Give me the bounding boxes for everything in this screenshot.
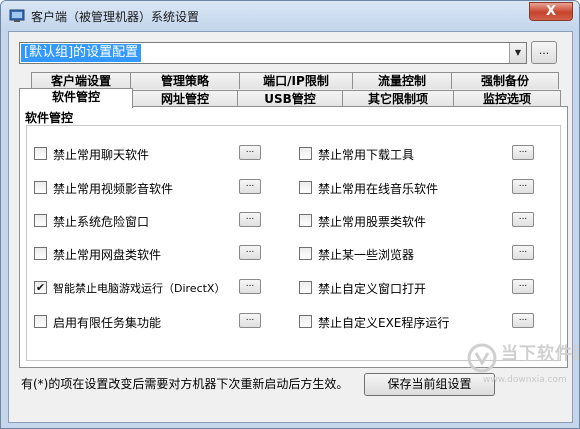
tab-forced-backup[interactable]: 强制备份 bbox=[451, 72, 559, 89]
option-settings-button[interactable]: ... bbox=[512, 245, 534, 260]
checkbox[interactable]: ✔ bbox=[34, 281, 47, 294]
watermark-logo-icon bbox=[467, 343, 497, 373]
option-settings-button[interactable]: ... bbox=[512, 145, 534, 160]
tab-software-control[interactable]: 软件管控 bbox=[19, 88, 133, 108]
option-settings-button[interactable]: ... bbox=[239, 313, 261, 328]
checkbox[interactable] bbox=[299, 315, 312, 328]
window-title: 客户端（被管理机器）系统设置 bbox=[31, 10, 200, 24]
option-label: 启用有限任务集功能 bbox=[53, 316, 162, 330]
option-block-music[interactable]: 禁止常用在线音乐软件 bbox=[299, 180, 499, 196]
option-settings-button[interactable]: ... bbox=[512, 212, 534, 227]
option-block-browsers[interactable]: 禁止某一些浏览器 bbox=[299, 246, 499, 262]
checkbox[interactable] bbox=[34, 147, 47, 160]
option-label: 禁止常用下载工具 bbox=[318, 148, 415, 162]
option-settings-button[interactable]: ... bbox=[239, 179, 261, 194]
checkbox[interactable] bbox=[299, 181, 312, 194]
restart-hint: 有(*)的项在设置改变后需要对方机器下次重新启动后方生效。 bbox=[21, 377, 349, 391]
option-block-stock[interactable]: 禁止常用股票类软件 bbox=[299, 213, 499, 229]
option-block-custom-exe[interactable]: 禁止自定义EXE程序运行 bbox=[299, 314, 499, 330]
option-settings-button[interactable]: ... bbox=[239, 212, 261, 227]
option-label: 禁止系统危险窗口 bbox=[53, 215, 150, 229]
checkbox[interactable] bbox=[34, 214, 47, 227]
option-settings-button[interactable]: ... bbox=[239, 245, 261, 260]
option-label: 禁止常用网盘类软件 bbox=[53, 248, 162, 262]
checkbox[interactable] bbox=[299, 147, 312, 160]
checkbox[interactable] bbox=[34, 181, 47, 194]
tab-usb-control[interactable]: USB管控 bbox=[237, 90, 343, 107]
watermark-text: 当下软件园 bbox=[501, 344, 579, 364]
option-label: 禁止常用在线音乐软件 bbox=[318, 182, 439, 196]
option-block-netdisk[interactable]: 禁止常用网盘类软件 bbox=[34, 246, 234, 262]
checkbox[interactable] bbox=[299, 247, 312, 260]
option-block-video[interactable]: 禁止常用视频影音软件 bbox=[34, 180, 234, 196]
option-settings-button[interactable]: ... bbox=[239, 145, 261, 160]
software-control-panel: 软件管控 禁止常用聊天软件 ... 禁止常用视频影音软件 ... 禁止系统危险窗… bbox=[19, 106, 568, 368]
app-icon bbox=[9, 9, 25, 22]
option-label: 禁止常用股票类软件 bbox=[318, 215, 427, 229]
tab-management-policy[interactable]: 管理策略 bbox=[130, 72, 240, 89]
watermark-url: www.downxia.com bbox=[483, 375, 567, 385]
config-more-button[interactable]: ... bbox=[531, 41, 557, 64]
close-button[interactable]: X bbox=[529, 2, 573, 21]
checkbox[interactable] bbox=[299, 281, 312, 294]
option-settings-button[interactable]: ... bbox=[512, 313, 534, 328]
option-limited-task-set[interactable]: 启用有限任务集功能 bbox=[34, 314, 234, 330]
option-block-download[interactable]: 禁止常用下载工具 bbox=[299, 146, 499, 162]
option-block-chat[interactable]: 禁止常用聊天软件 bbox=[34, 146, 234, 162]
chevron-down-icon[interactable]: ▼ bbox=[509, 43, 526, 63]
checkbox[interactable] bbox=[34, 315, 47, 328]
title-bar[interactable]: 客户端（被管理机器）系统设置 X bbox=[1, 1, 579, 31]
settings-window: 客户端（被管理机器）系统设置 X [默认组]的设置配置 ▼ ... 客户端设置 … bbox=[0, 0, 580, 429]
config-select-value: [默认组]的设置配置 bbox=[21, 44, 142, 62]
option-label: 禁止自定义窗口打开 bbox=[318, 282, 427, 296]
tab-monitor-options[interactable]: 监控选项 bbox=[453, 90, 561, 107]
checkbox[interactable] bbox=[34, 247, 47, 260]
checkbox[interactable] bbox=[299, 214, 312, 227]
config-select[interactable]: [默认组]的设置配置 ▼ bbox=[19, 42, 527, 64]
option-settings-button[interactable]: ... bbox=[239, 279, 261, 294]
option-block-danger-window[interactable]: 禁止系统危险窗口 bbox=[34, 213, 234, 229]
option-label: 禁止常用视频影音软件 bbox=[53, 182, 174, 196]
option-label: 禁止常用聊天软件 bbox=[53, 148, 150, 162]
option-settings-button[interactable]: ... bbox=[512, 279, 534, 294]
option-label: 禁止某一些浏览器 bbox=[318, 248, 415, 262]
option-block-games[interactable]: ✔ 智能禁止电脑游戏运行（DirectX） bbox=[34, 280, 234, 296]
group-title: 软件管控 bbox=[25, 111, 74, 125]
option-label: 禁止自定义EXE程序运行 bbox=[318, 316, 450, 330]
option-label: 智能禁止电脑游戏运行（DirectX） bbox=[53, 282, 226, 295]
tab-client-settings[interactable]: 客户端设置 bbox=[31, 72, 131, 89]
option-settings-button[interactable]: ... bbox=[512, 179, 534, 194]
tab-url-control[interactable]: 网址管控 bbox=[132, 90, 238, 107]
option-block-custom-window[interactable]: 禁止自定义窗口打开 bbox=[299, 280, 499, 296]
watermark: 当下软件园 www.downxia.com bbox=[467, 337, 579, 393]
tab-other-limits[interactable]: 其它限制项 bbox=[342, 90, 454, 107]
tab-traffic-control[interactable]: 流量控制 bbox=[352, 72, 452, 89]
tab-port-ip-limit[interactable]: 端口/IP限制 bbox=[239, 72, 353, 89]
